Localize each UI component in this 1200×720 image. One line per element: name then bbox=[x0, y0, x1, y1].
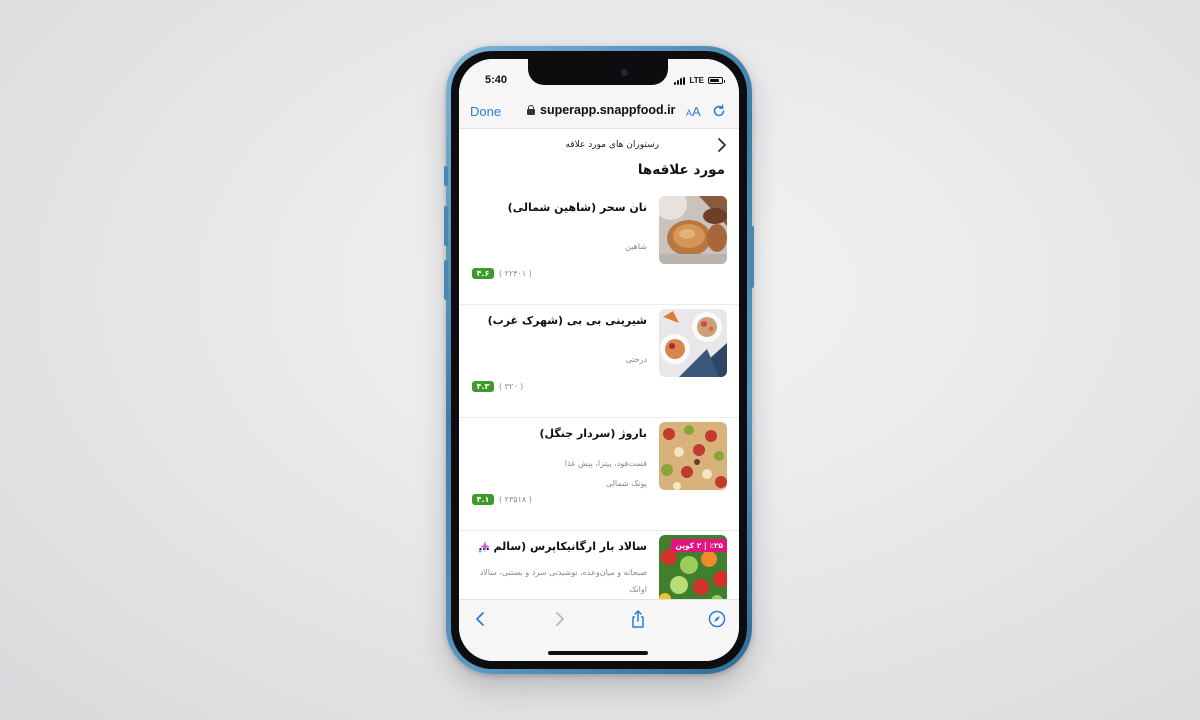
restaurant-card[interactable]: شیرینی بی بی (شهرک غرب) درختی ۴.۳ ( ۳۲۰ … bbox=[459, 305, 739, 418]
lock-icon bbox=[527, 105, 535, 115]
page-crumb: رستوران های مورد علاقه bbox=[565, 140, 659, 150]
restaurant-card[interactable]: نان سحر (شاهین شمالی) شاهین ۴.۶ ( ۲۲۴۰۱ … bbox=[459, 192, 739, 305]
sparkle-icon bbox=[478, 541, 490, 554]
restaurant-area: درختی bbox=[625, 355, 647, 364]
text-size-button[interactable]: AA bbox=[686, 104, 701, 119]
restaurant-image bbox=[659, 309, 727, 377]
browser-toolbar bbox=[459, 599, 739, 661]
camera-icon bbox=[621, 69, 628, 76]
reload-icon[interactable] bbox=[712, 104, 726, 118]
rating-badge: ۴.۶ bbox=[472, 268, 494, 279]
restaurant-image bbox=[659, 422, 727, 490]
restaurant-name: باروژ (سردار جنگل) bbox=[539, 427, 647, 440]
review-count: ( ۳۲۰ ) bbox=[499, 382, 524, 391]
compass-icon[interactable] bbox=[708, 610, 726, 628]
notch bbox=[528, 59, 668, 85]
status-indicators: LTE bbox=[674, 76, 725, 85]
silent-switch bbox=[444, 166, 448, 186]
rating-row: ۴.۶ ( ۲۲۴۰۱ ) bbox=[472, 268, 532, 279]
restaurant-details: صبحانه و میان‌وعده، نوشیدنی سرد و بستنی،… bbox=[471, 564, 647, 598]
restaurant-card[interactable]: باروژ (سردار جنگل) فست‌فود، پیتزا، پیش غ… bbox=[459, 418, 739, 531]
rating-badge: ۴.۱ bbox=[472, 494, 494, 505]
url-text: superapp.snappfood.ir bbox=[540, 103, 676, 117]
restaurant-category: فست‌فود، پیتزا، پیش غذا bbox=[564, 459, 647, 468]
page-content: رستوران های مورد علاقه مورد علاقه‌ها bbox=[459, 129, 739, 599]
restaurant-area: پونک شمالی bbox=[605, 479, 647, 488]
review-count: ( ۲۲۴۰۱ ) bbox=[499, 269, 532, 278]
phone-bezel: 5:40 LTE Done superapp.snappfood.ir AA ر… bbox=[451, 51, 747, 669]
review-count: ( ۲۳۵۱۸ ) bbox=[499, 495, 532, 504]
battery-icon bbox=[708, 77, 725, 84]
restaurant-image: ٪۲۵ | ۲ کوپن bbox=[659, 535, 727, 599]
restaurant-name: سالاد بار ارگانیکاپرس (سالم و... bbox=[475, 540, 647, 553]
restaurant-area: اوانک bbox=[629, 585, 647, 594]
done-button[interactable]: Done bbox=[470, 104, 501, 119]
network-label: LTE bbox=[689, 76, 704, 85]
volume-up-button bbox=[444, 206, 448, 246]
restaurant-image bbox=[659, 196, 727, 264]
coupon-badge: ٪۲۵ | ۲ کوپن bbox=[671, 539, 727, 552]
page-header: رستوران های مورد علاقه مورد علاقه‌ها bbox=[459, 129, 739, 179]
back-icon[interactable] bbox=[472, 610, 490, 628]
restaurant-area: شاهین bbox=[625, 242, 647, 251]
forward-icon[interactable] bbox=[550, 610, 568, 628]
volume-down-button bbox=[444, 260, 448, 300]
rating-badge: ۴.۳ bbox=[472, 381, 494, 392]
restaurant-name: نان سحر (شاهین شمالی) bbox=[507, 201, 647, 214]
status-time: 5:40 bbox=[485, 74, 508, 86]
phone-screen: 5:40 LTE Done superapp.snappfood.ir AA ر… bbox=[459, 59, 739, 661]
section-title: مورد علاقه‌ها bbox=[637, 162, 725, 178]
rating-row: ۴.۱ ( ۲۳۵۱۸ ) bbox=[472, 494, 532, 505]
chevron-right-icon[interactable] bbox=[717, 138, 727, 152]
restaurant-card[interactable]: ٪۲۵ | ۲ کوپن سالاد بار ارگانیکاپرس (سالم… bbox=[459, 531, 739, 599]
home-indicator bbox=[548, 651, 648, 655]
favorites-list: نان سحر (شاهین شمالی) شاهین ۴.۶ ( ۲۲۴۰۱ … bbox=[459, 192, 739, 599]
rating-row: ۴.۳ ( ۳۲۰ ) bbox=[472, 381, 523, 392]
address-field[interactable]: superapp.snappfood.ir bbox=[527, 103, 675, 117]
power-button bbox=[750, 226, 754, 288]
browser-url-bar: Done superapp.snappfood.ir AA bbox=[459, 93, 739, 129]
restaurant-category: صبحانه و میان‌وعده، نوشیدنی سرد و بستنی،… bbox=[479, 568, 647, 577]
share-icon[interactable] bbox=[629, 610, 647, 628]
phone-frame: 5:40 LTE Done superapp.snappfood.ir AA ر… bbox=[444, 46, 754, 674]
restaurant-name: شیرینی بی بی (شهرک غرب) bbox=[487, 314, 647, 327]
signal-icon bbox=[674, 76, 686, 85]
